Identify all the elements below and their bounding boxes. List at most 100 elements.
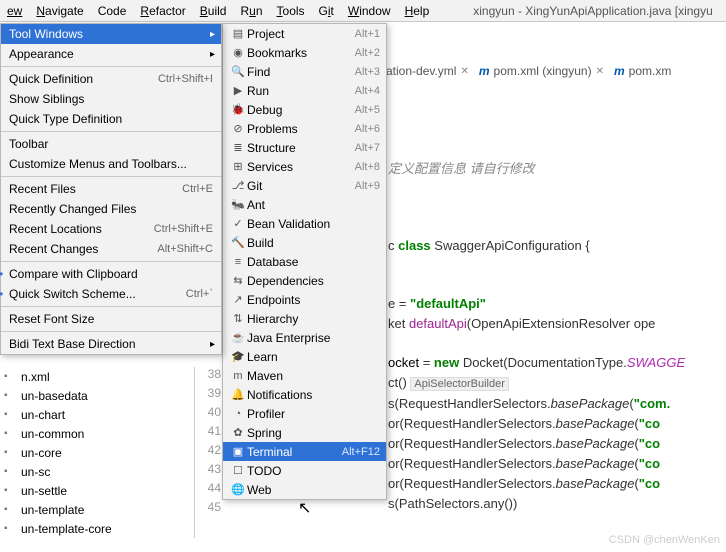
bean validation-icon: ✓: [229, 217, 247, 230]
tool-window-dependencies[interactable]: ⇆Dependencies: [223, 271, 386, 290]
line-number: 45: [195, 498, 221, 517]
project-item[interactable]: ▪un-sc: [0, 462, 194, 481]
menu-item-tool-windows[interactable]: Tool Windows▸: [1, 24, 221, 44]
watermark: CSDN @chenWenKen: [609, 534, 720, 546]
tool-window-bean-validation[interactable]: ✓Bean Validation: [223, 214, 386, 233]
folder-icon: ▪: [4, 409, 18, 420]
tool-window-hierarchy[interactable]: ⇅Hierarchy: [223, 309, 386, 328]
folder-icon: ▪: [4, 485, 18, 496]
project-item[interactable]: ▪un-core: [0, 443, 194, 462]
line-number: 43: [195, 460, 221, 479]
debug-icon: 🐞: [229, 103, 247, 116]
menu-item-recent-locations[interactable]: Recent LocationsCtrl+Shift+E: [1, 219, 221, 239]
menu-item-toolbar[interactable]: Toolbar: [1, 134, 221, 154]
menu-tools[interactable]: Tools: [270, 2, 312, 20]
tool-window-web[interactable]: 🌐Web: [223, 480, 386, 499]
menu-refactor[interactable]: Refactor: [133, 2, 192, 20]
learn-icon: 🎓: [229, 350, 247, 363]
tab-application-dev[interactable]: cation-dev.yml✕: [380, 64, 469, 78]
close-icon[interactable]: ✕: [596, 66, 604, 77]
folder-icon: ▪: [4, 466, 18, 477]
project-item[interactable]: ▪un-chart: [0, 405, 194, 424]
project-item[interactable]: ▪un-basedata: [0, 386, 194, 405]
tool-window-java-enterprise[interactable]: ☕Java Enterprise: [223, 328, 386, 347]
hint-popup: ApiSelectorBuilder: [410, 377, 509, 391]
menu-item-bidi-text-base-direction[interactable]: Bidi Text Base Direction▸: [1, 334, 221, 354]
project-tree[interactable]: ▪n.xml▪un-basedata▪un-chart▪un-common▪un…: [0, 367, 195, 538]
tool-window-notifications[interactable]: 🔔Notifications: [223, 385, 386, 404]
close-icon[interactable]: ✕: [460, 66, 468, 77]
project-icon: ▤: [229, 27, 247, 40]
project-item[interactable]: ▪un-template: [0, 500, 194, 519]
tool-window-services[interactable]: ⊞ServicesAlt+8: [223, 157, 386, 176]
line-number: 44: [195, 479, 221, 498]
tool-window-profiler[interactable]: ◔Profiler: [223, 404, 386, 423]
tool-window-terminal[interactable]: ▣TerminalAlt+F12: [223, 442, 386, 461]
line-number: 42: [195, 441, 221, 460]
project-item[interactable]: ▪n.xml: [0, 367, 194, 386]
code-editor[interactable]: 定义配置信息 请自行修改 c class SwaggerApiConfigura…: [388, 140, 685, 514]
menu-item-recent-changes[interactable]: Recent ChangesAlt+Shift+C: [1, 239, 221, 259]
problems-icon: ⊘: [229, 122, 247, 135]
tool-window-maven[interactable]: mMaven: [223, 366, 386, 385]
menubar: ew Navigate Code Refactor Build Run Tool…: [0, 0, 726, 22]
dependencies-icon: ⇆: [229, 274, 247, 287]
build-icon: 🔨: [229, 236, 247, 249]
menu-item-recently-changed-files[interactable]: Recently Changed Files: [1, 199, 221, 219]
window-title: xingyun - XingYunApiApplication.java [xi…: [466, 2, 719, 20]
tab-pom-xingyun[interactable]: m pom.xml (xingyun)✕: [479, 64, 604, 78]
view-menu-dropdown: Tool Windows▸Appearance▸ Quick Definition…: [0, 23, 222, 355]
terminal-icon: ▣: [229, 445, 247, 458]
tool-window-database[interactable]: ≡Database: [223, 252, 386, 271]
menu-item-quick-definition[interactable]: Quick DefinitionCtrl+Shift+I: [1, 69, 221, 89]
menu-item-reset-font-size[interactable]: Reset Font Size: [1, 309, 221, 329]
tool-window-bookmarks[interactable]: ◉BookmarksAlt+2: [223, 43, 386, 62]
tool-window-problems[interactable]: ⊘ProblemsAlt+6: [223, 119, 386, 138]
tool-window-ant[interactable]: 🐜Ant: [223, 195, 386, 214]
line-number: 40: [195, 403, 221, 422]
tool-window-learn[interactable]: 🎓Learn: [223, 347, 386, 366]
menu-item-quick-switch-scheme-[interactable]: Quick Switch Scheme...Ctrl+`: [1, 284, 221, 304]
folder-icon: ▪: [4, 447, 18, 458]
tool-window-git[interactable]: ⎇GitAlt+9: [223, 176, 386, 195]
notifications-icon: 🔔: [229, 388, 247, 401]
menu-build[interactable]: Build: [193, 2, 234, 20]
menu-run[interactable]: Run: [233, 2, 269, 20]
tool-window-debug[interactable]: 🐞DebugAlt+5: [223, 100, 386, 119]
maven-icon: m: [614, 64, 625, 78]
folder-icon: ▪: [4, 371, 18, 382]
menu-help[interactable]: Help: [398, 2, 437, 20]
project-item[interactable]: ▪un-template-core: [0, 519, 194, 538]
tool-window-build[interactable]: 🔨Build: [223, 233, 386, 252]
project-item[interactable]: ▪un-common: [0, 424, 194, 443]
menu-view[interactable]: ew: [0, 2, 29, 20]
editor-tabs: cation-dev.yml✕ m pom.xml (xingyun)✕ m p…: [380, 58, 671, 84]
menu-item-recent-files[interactable]: Recent FilesCtrl+E: [1, 179, 221, 199]
tool-window-endpoints[interactable]: ↗Endpoints: [223, 290, 386, 309]
menu-item-customize-menus-and-toolbars-[interactable]: Customize Menus and Toolbars...: [1, 154, 221, 174]
menu-git[interactable]: Git: [312, 2, 341, 20]
maven-icon: m: [479, 64, 490, 78]
folder-icon: ▪: [4, 428, 18, 439]
git-icon: ⎇: [229, 179, 247, 192]
submenu-arrow-icon: ▸: [210, 29, 215, 40]
line-number: 38: [195, 365, 221, 384]
tool-window-todo[interactable]: ☐TODO: [223, 461, 386, 480]
tool-window-find[interactable]: 🔍FindAlt+3: [223, 62, 386, 81]
find-icon: 🔍: [229, 65, 247, 78]
menu-window[interactable]: Window: [341, 2, 398, 20]
web-icon: 🌐: [229, 483, 247, 496]
tool-window-run[interactable]: ▶RunAlt+4: [223, 81, 386, 100]
menu-navigate[interactable]: Navigate: [29, 2, 90, 20]
menu-item-quick-type-definition[interactable]: Quick Type Definition: [1, 109, 221, 129]
folder-icon: ▪: [4, 504, 18, 515]
tool-window-structure[interactable]: ≣StructureAlt+7: [223, 138, 386, 157]
tool-window-spring[interactable]: ✿Spring: [223, 423, 386, 442]
menu-code[interactable]: Code: [91, 2, 134, 20]
menu-item-appearance[interactable]: Appearance▸: [1, 44, 221, 64]
tool-window-project[interactable]: ▤ProjectAlt+1: [223, 24, 386, 43]
tab-pom-partial[interactable]: m pom.xm: [614, 64, 671, 78]
project-item[interactable]: ▪un-settle: [0, 481, 194, 500]
menu-item-show-siblings[interactable]: Show Siblings: [1, 89, 221, 109]
menu-item-compare-with-clipboard[interactable]: Compare with Clipboard: [1, 264, 221, 284]
